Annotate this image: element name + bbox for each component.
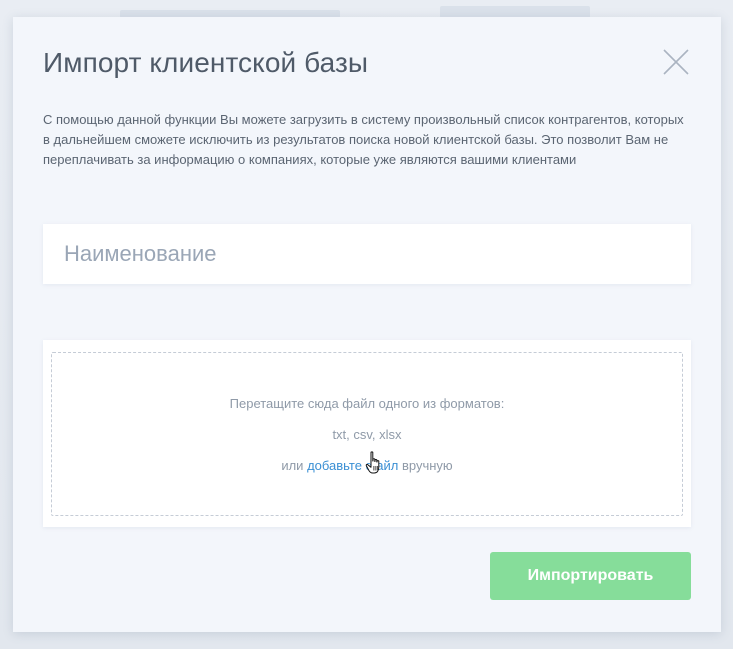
add-file-link[interactable]: добавьте файл: [307, 458, 398, 473]
close-icon: [663, 49, 689, 75]
modal-title: Импорт клиентской базы: [43, 47, 369, 78]
name-input[interactable]: [43, 224, 691, 284]
import-button[interactable]: Импортировать: [490, 552, 691, 600]
modal-description: С помощью данной функции Вы можете загру…: [43, 112, 684, 167]
dropzone-suffix: вручную: [401, 458, 453, 473]
dropzone-add-line: или добавьте файл вручную: [52, 458, 682, 474]
dropzone-formats: txt, csv, xlsx: [332, 427, 402, 442]
file-dropzone[interactable]: Перетащите сюда файл одного из форматов:…: [51, 352, 683, 516]
close-button[interactable]: [661, 47, 691, 77]
import-modal: Импорт клиентской базы С помощью данной …: [13, 17, 721, 632]
dropzone-instruction: Перетащите сюда файл одного из форматов:: [229, 396, 505, 411]
dropzone-prefix: или: [281, 458, 304, 473]
file-dropzone-card: Перетащите сюда файл одного из форматов:…: [43, 340, 691, 527]
